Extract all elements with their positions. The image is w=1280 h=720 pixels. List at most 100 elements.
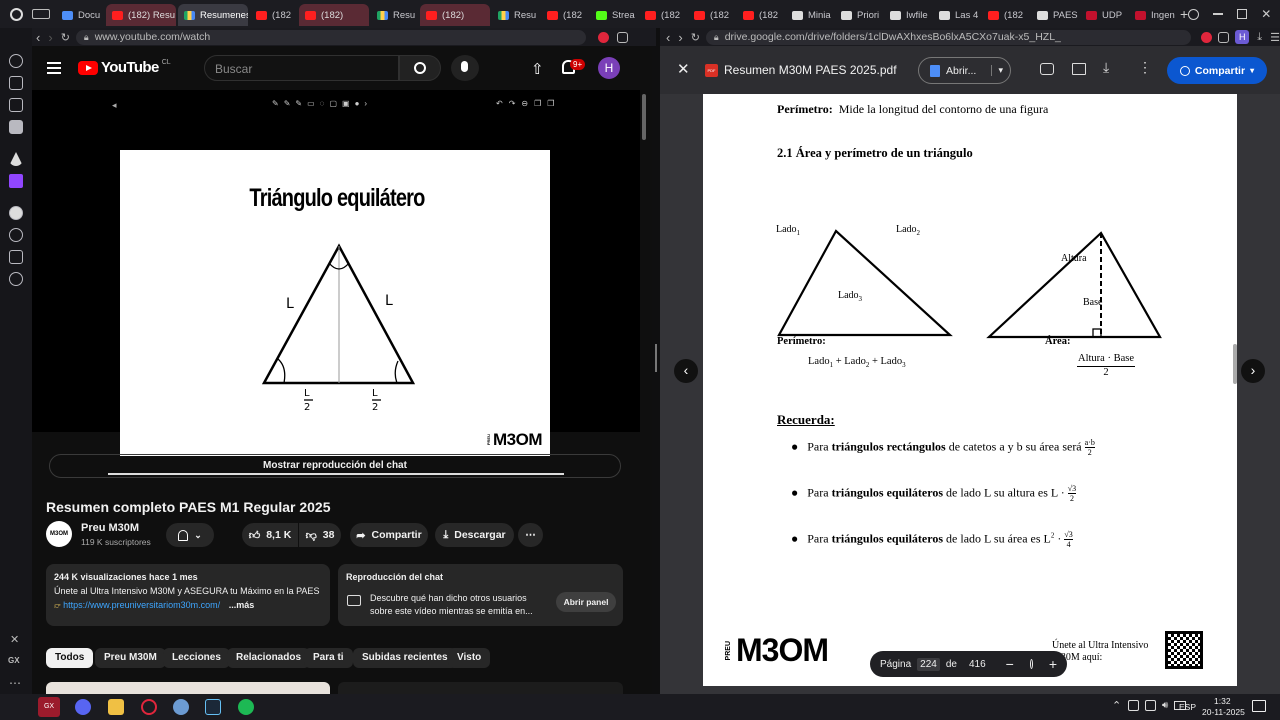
record-icon[interactable]: [1201, 31, 1213, 43]
browser-tab[interactable]: Iwfile: [884, 4, 931, 26]
browser-tab[interactable]: Ingen: [1129, 4, 1176, 26]
description-link[interactable]: https://www.preuniversitariom30m.com/: [63, 600, 220, 610]
recommended-thumbnail-2[interactable]: [338, 682, 623, 694]
game-launcher-taskbar-icon[interactable]: [173, 699, 189, 715]
file-explorer-taskbar-icon[interactable]: [108, 699, 124, 715]
youtube-url-field[interactable]: 🔒︎ www.youtube.com/watch: [75, 29, 586, 45]
vpn-icon[interactable]: [616, 31, 628, 43]
zoom-in-icon[interactable]: +: [1049, 656, 1057, 672]
filter-chip[interactable]: Lecciones: [163, 648, 230, 668]
search-input[interactable]: Buscar: [204, 55, 399, 81]
download-icon[interactable]: ⤓: [1103, 59, 1109, 76]
more-actions-button[interactable]: ⋯: [518, 523, 543, 547]
show-more-link[interactable]: ...más: [229, 600, 255, 610]
browser-tab[interactable]: Resumenes: [178, 4, 248, 26]
search-button[interactable]: [399, 55, 441, 81]
flow-icon[interactable]: [9, 76, 23, 90]
subscribe-bell-button[interactable]: ⌄: [166, 523, 214, 547]
speed-dial-icon[interactable]: [9, 54, 23, 68]
browser-tab[interactable]: Las 4: [933, 4, 980, 26]
new-tab-button[interactable]: +: [1180, 6, 1188, 22]
browser-tab[interactable]: PAES: [1031, 4, 1078, 26]
video-player[interactable]: ◂ ✎ ✎ ✎ ▭ ◌ ▢ ▣ ● › ↶ ↷ ⊖ ❐ ❐ Triángulo equilátero L…: [32, 90, 640, 475]
twitch-icon[interactable]: [9, 174, 23, 188]
forward-arrow-icon[interactable]: ›: [678, 30, 682, 45]
pointer-icon[interactable]: [9, 152, 23, 166]
tray-icons[interactable]: 🔊︎: [1128, 700, 1187, 711]
back-arrow-icon[interactable]: ‹: [666, 30, 670, 45]
channel-avatar[interactable]: M3OM: [46, 521, 72, 547]
clock-time[interactable]: 1:32: [1214, 696, 1231, 706]
spotify-taskbar-icon[interactable]: [238, 699, 254, 715]
prev-file-button[interactable]: ‹: [674, 359, 698, 383]
upload-icon[interactable]: ⇧: [531, 60, 544, 78]
share-button[interactable]: Compartir ▾: [1167, 57, 1267, 84]
tray-chevron-icon[interactable]: ⌃: [1112, 699, 1121, 712]
profile-icon[interactable]: H: [1235, 30, 1250, 44]
opera-gx-alt-taskbar-icon[interactable]: [141, 699, 157, 715]
maximize-button[interactable]: [1237, 9, 1248, 19]
youtube-logo[interactable]: YouTube CL: [78, 59, 171, 76]
history-icon[interactable]: [9, 228, 23, 242]
search-tabs-icon[interactable]: [1188, 8, 1200, 20]
browser-tab[interactable]: (182) Resu: [106, 4, 176, 26]
back-arrow-icon[interactable]: ‹: [36, 30, 40, 45]
snap-icon[interactable]: ✕: [10, 633, 19, 646]
description-box[interactable]: 244 K visualizaciones hace 1 mes Únete a…: [46, 564, 330, 626]
steam-taskbar-icon[interactable]: [205, 699, 221, 715]
browser-tab[interactable]: (182: [737, 4, 784, 26]
filter-chip[interactable]: Relacionados: [227, 648, 311, 668]
hamburger-menu-icon[interactable]: [47, 62, 61, 74]
voice-search-button[interactable]: [451, 55, 479, 81]
discord-taskbar-icon[interactable]: [75, 699, 91, 715]
filter-chip[interactable]: Para ti: [304, 648, 353, 668]
pdf-scrollbar[interactable]: [1233, 344, 1237, 384]
more-options-icon[interactable]: ⋯: [9, 676, 21, 690]
minimize-button[interactable]: [1213, 13, 1224, 15]
gx-corner-icon[interactable]: GX: [8, 656, 20, 665]
record-icon[interactable]: [597, 31, 609, 43]
like-button[interactable]: 👍︎ 8,1 K: [242, 523, 298, 547]
next-file-button[interactable]: ›: [1241, 359, 1265, 383]
split-divider[interactable]: [652, 46, 660, 694]
browser-tab[interactable]: (182: [639, 4, 686, 26]
opera-gx-taskbar-icon[interactable]: GX: [38, 697, 60, 717]
download-button[interactable]: ⤓ Descargar: [435, 523, 514, 547]
filter-chip[interactable]: Preu M30M: [95, 648, 166, 668]
downloads-icon[interactable]: ⤓: [1257, 31, 1262, 44]
browser-tab[interactable]: (182): [299, 4, 369, 26]
spotify-icon[interactable]: [9, 206, 23, 220]
reload-icon[interactable]: ↻: [61, 31, 70, 44]
browser-tab[interactable]: Resu: [492, 4, 539, 26]
browser-tab[interactable]: (182: [688, 4, 735, 26]
browser-tab[interactable]: Priori: [835, 4, 882, 26]
browser-tab[interactable]: (182: [541, 4, 588, 26]
browser-menu-icon[interactable]: [0, 0, 32, 28]
filter-chip[interactable]: Subidas recientes: [353, 648, 457, 668]
close-window-button[interactable]: ✕: [1261, 7, 1271, 21]
browser-tab[interactable]: Strea: [590, 4, 637, 26]
more-options-icon[interactable]: ⋮: [1138, 59, 1152, 76]
clock-date[interactable]: 20-11-2025: [1202, 707, 1245, 717]
forward-arrow-icon[interactable]: ›: [48, 30, 52, 45]
browser-tab[interactable]: Minia: [786, 4, 833, 26]
yt-scrollbar[interactable]: [642, 94, 646, 140]
tab-manager-icon[interactable]: [32, 9, 50, 19]
filter-chip[interactable]: Todos: [46, 648, 94, 668]
browser-tab[interactable]: UDP: [1080, 4, 1127, 26]
vpn-icon[interactable]: [1218, 31, 1230, 43]
open-panel-button[interactable]: Abrir panel: [556, 592, 616, 612]
settings-gear-icon[interactable]: [9, 272, 23, 286]
show-chat-replay-button[interactable]: Mostrar reproducción del chat: [49, 454, 621, 478]
share-button[interactable]: ➦ Compartir: [350, 523, 428, 547]
recommended-thumbnail-1[interactable]: [46, 682, 330, 694]
drive-url-field[interactable]: 🔒︎ drive.google.com/drive/folders/1clDwA…: [705, 29, 1192, 45]
current-page-input[interactable]: 224: [917, 657, 940, 671]
browser-tab[interactable]: (182: [250, 4, 297, 26]
channel-name[interactable]: Preu M30M: [81, 522, 139, 534]
browser-tab[interactable]: (182): [420, 4, 490, 26]
print-icon[interactable]: [1072, 63, 1086, 75]
reload-icon[interactable]: ↻: [691, 31, 700, 44]
browser-tab[interactable]: Resu: [371, 4, 418, 26]
dislike-button[interactable]: 👎︎ 38: [299, 523, 341, 547]
